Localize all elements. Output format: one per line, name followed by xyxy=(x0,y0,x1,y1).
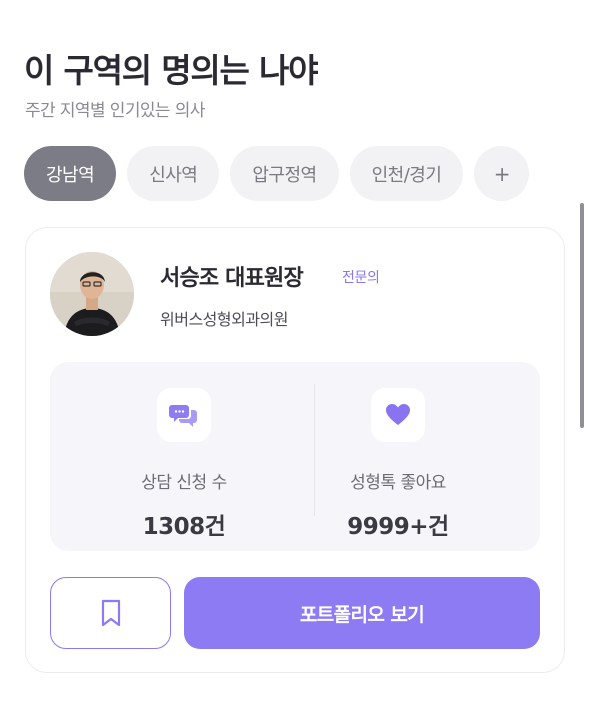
avatar[interactable] xyxy=(50,252,134,336)
chat-bubbles-icon xyxy=(157,388,211,442)
likes-count: 9999+건 xyxy=(347,514,449,540)
scrollbar[interactable] xyxy=(580,203,584,428)
tab-add-region-button[interactable]: + xyxy=(474,146,530,201)
consult-stat: 상담 신청 수 1308건 xyxy=(64,388,304,541)
tab-apgujeong[interactable]: 압구정역 xyxy=(230,146,339,201)
consult-label: 상담 신청 수 xyxy=(141,473,227,493)
doctor-portrait-icon xyxy=(50,252,134,336)
heart-icon xyxy=(371,388,425,442)
bookmark-button[interactable] xyxy=(50,577,171,649)
consult-count: 1308건 xyxy=(142,514,226,540)
bookmark-icon xyxy=(101,599,120,627)
doctor-card: 서승조 대표원장 전문의 위버스성형외과의원 상담 신청 수 1308건 성형톡… xyxy=(25,227,565,673)
likes-label: 성형톡 좋아요 xyxy=(350,473,446,493)
doctor-name[interactable]: 서승조 대표원장 xyxy=(160,260,304,292)
region-tabs: 강남역 신사역 압구정역 인천/경기 + xyxy=(24,146,530,201)
page-subtitle: 주간 지역별 인기있는 의사 xyxy=(25,101,205,121)
clinic-name[interactable]: 위버스성형외과의원 xyxy=(160,306,288,330)
view-portfolio-button[interactable]: 포트폴리오 보기 xyxy=(184,577,540,649)
specialist-badge: 전문의 xyxy=(342,270,380,286)
tab-sinsa[interactable]: 신사역 xyxy=(127,146,220,201)
page-title: 이 구역의 명의는 나야 xyxy=(24,51,319,90)
tab-gangnam[interactable]: 강남역 xyxy=(24,146,117,201)
likes-stat: 성형톡 좋아요 9999+건 xyxy=(278,388,518,541)
popular-doctors-page: 이 구역의 명의는 나야 주간 지역별 인기있는 의사 강남역 신사역 압구정역… xyxy=(0,0,590,701)
stats-panel: 상담 신청 수 1308건 성형톡 좋아요 9999+건 xyxy=(50,362,540,551)
tab-incheon-gyeonggi[interactable]: 인천/경기 xyxy=(349,146,464,201)
